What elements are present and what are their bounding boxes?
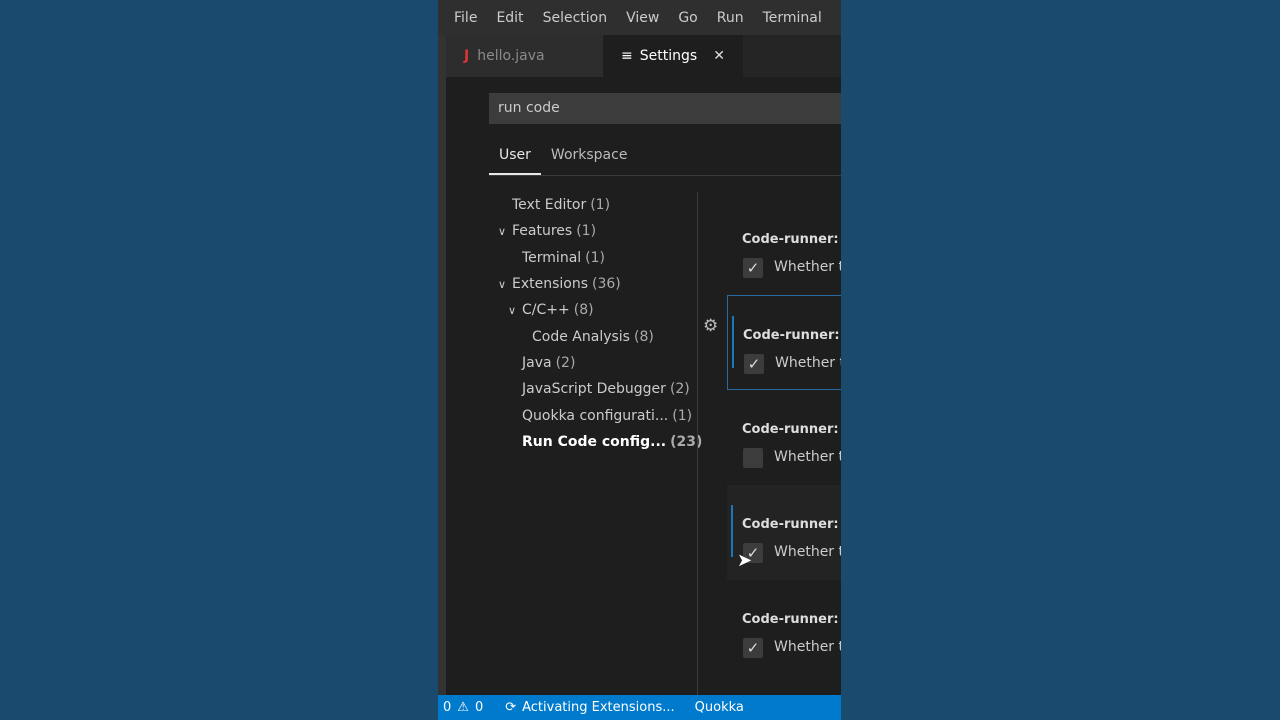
sync-icon: ⟳: [505, 700, 517, 715]
toc-label: Code Analysis: [532, 328, 630, 345]
menu-selection[interactable]: Selection: [543, 10, 608, 26]
warnings-count[interactable]: 0: [475, 700, 483, 715]
tab-label: hello.java: [477, 48, 545, 64]
toc-item[interactable]: Text Editor (1): [498, 192, 698, 218]
toc-label: Features: [512, 223, 573, 240]
toc-item[interactable]: Terminal (1): [498, 245, 698, 271]
setting-item: Code-runner: S ✓ Whether t: [727, 580, 841, 675]
chevron-down-icon: ∨: [498, 277, 507, 291]
modified-indicator: [732, 316, 734, 368]
tab-bar: J hello.java ≡ Settings ✕: [446, 35, 841, 77]
toc-label: JavaScript Debugger: [522, 381, 666, 398]
setting-checkbox[interactable]: [743, 448, 763, 468]
setting-description: Whether t: [774, 449, 841, 465]
activity-status: Activating Extensions...: [522, 700, 675, 715]
toc-item[interactable]: Quokka configurati... (1): [498, 402, 698, 428]
toc-label: Text Editor: [512, 197, 587, 214]
setting-title: Code-runner: I: [742, 232, 841, 247]
toc-item[interactable]: ∨ Extensions (36): [498, 271, 698, 297]
toc-count: (36): [592, 276, 621, 293]
mouse-cursor-icon: ➤: [737, 550, 753, 571]
vscode-window: File Edit Selection View Go Run Terminal…: [438, 0, 841, 720]
setting-description: Whether t: [774, 259, 841, 275]
tab-workspace[interactable]: Workspace: [541, 143, 638, 175]
toc-item[interactable]: JavaScript Debugger (2): [498, 376, 698, 402]
toc-label: Terminal: [522, 249, 582, 266]
activity-bar: [438, 35, 446, 695]
status-bar: 0 ⚠ 0 ⟳ Activating Extensions... Quokka: [438, 695, 841, 720]
toc-count: (1): [590, 197, 611, 214]
modified-indicator: [731, 505, 733, 557]
setting-description: Whether t: [774, 544, 841, 560]
errors-count[interactable]: 0: [443, 700, 451, 715]
toc-label: Extensions: [512, 276, 589, 293]
toc-item[interactable]: Java (2): [498, 350, 698, 376]
warning-icon: ⚠: [457, 700, 469, 715]
toc-count: (1): [585, 249, 606, 266]
setting-item: Code-runner: I ✓ Whether t: [727, 200, 841, 295]
toc-label: Java: [522, 354, 552, 371]
setting-title: Code-runner: I: [743, 328, 841, 343]
tab-hello-java[interactable]: J hello.java: [446, 35, 603, 77]
toc-item[interactable]: Run Code config... (23): [498, 429, 702, 455]
java-icon: J: [464, 48, 470, 64]
setting-item: Code-runner: I ✓ Whether t: [727, 295, 841, 390]
toc-item[interactable]: ∨ Features (1): [498, 218, 698, 244]
menu-go[interactable]: Go: [678, 10, 697, 26]
toc-count: (1): [576, 223, 597, 240]
menu-file[interactable]: File: [454, 10, 477, 26]
settings-toc: Text Editor (1) ∨ Features (1) Terminal (1) ∨ Ex…: [498, 192, 702, 455]
setting-item: Code-runner: S Whether t: [727, 390, 841, 485]
menu-terminal[interactable]: Terminal: [763, 10, 822, 26]
setting-checkbox[interactable]: ✓: [743, 258, 763, 278]
tab-user[interactable]: User: [489, 143, 541, 175]
settings-list: Code-runner: I ✓ Whether t Code-runner: I ✓ W…: [698, 192, 841, 695]
tab-settings[interactable]: ≡ Settings ✕: [603, 35, 743, 77]
chevron-down-icon: ∨: [498, 224, 507, 238]
toc-count: (8): [573, 302, 594, 319]
toc-label: Quokka configurati...: [522, 407, 669, 424]
settings-file-icon: ≡: [621, 48, 633, 64]
setting-title: Code-runner: S: [742, 517, 841, 532]
quokka-status[interactable]: Quokka: [695, 700, 744, 715]
toc-count: (2): [669, 381, 690, 398]
setting-title: Code-runner: S: [742, 612, 841, 627]
setting-description: Whether t: [775, 355, 841, 371]
settings-search-input[interactable]: run code: [489, 93, 841, 124]
close-icon[interactable]: ✕: [713, 48, 725, 64]
tab-label: Settings: [639, 48, 698, 64]
scope-tabs: User Workspace: [489, 143, 841, 176]
setting-checkbox[interactable]: ✓: [743, 638, 763, 658]
toc-count: (1): [672, 407, 693, 424]
toc-label: Run Code config...: [522, 433, 667, 450]
setting-title: Code-runner: S: [742, 422, 841, 437]
toc-count: (2): [555, 354, 576, 371]
menu-edit[interactable]: Edit: [496, 10, 523, 26]
chevron-down-icon: ∨: [508, 303, 517, 317]
toc-count: (8): [633, 328, 654, 345]
setting-description: Whether t: [774, 639, 841, 655]
menu-bar: File Edit Selection View Go Run Terminal…: [438, 0, 841, 35]
toc-item[interactable]: ∨ C/C++ (8): [498, 297, 698, 323]
menu-view[interactable]: View: [626, 10, 659, 26]
menu-run[interactable]: Run: [717, 10, 744, 26]
toc-item[interactable]: Code Analysis (8): [498, 323, 698, 349]
toc-label: C/C++: [522, 302, 570, 319]
setting-checkbox[interactable]: ✓: [744, 354, 764, 374]
